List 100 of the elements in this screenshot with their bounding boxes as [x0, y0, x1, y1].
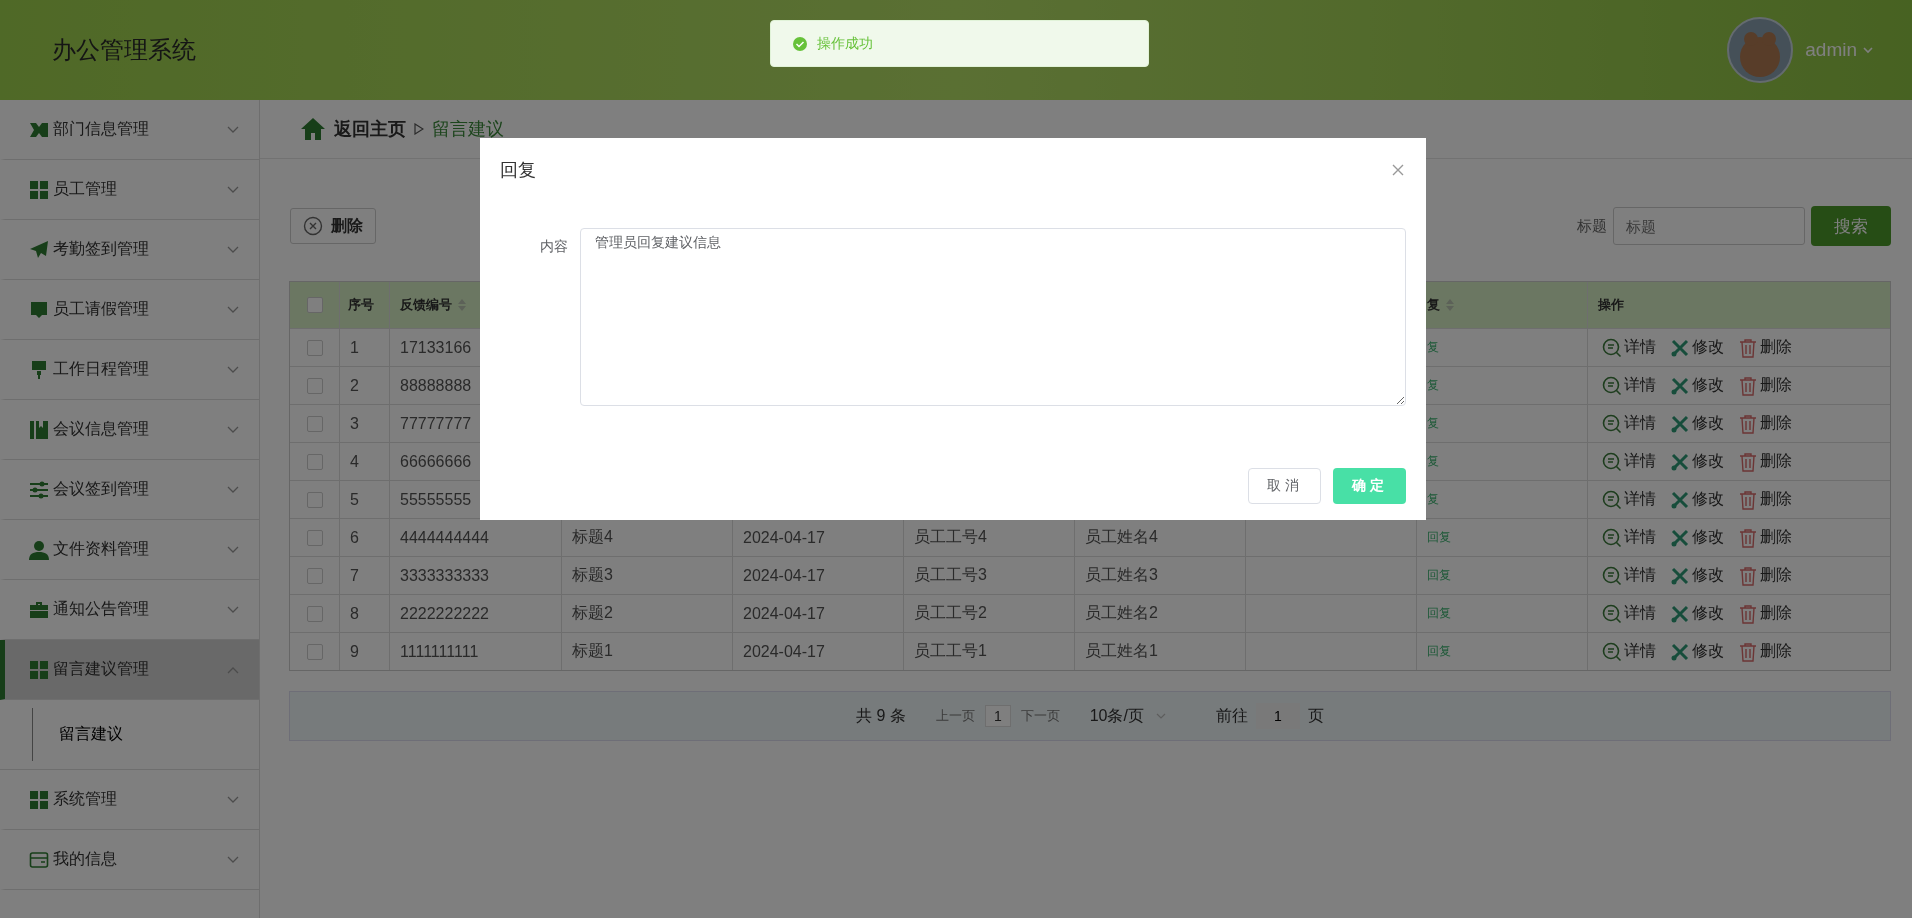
tools-icon[interactable] — [1670, 641, 1690, 662]
search-detail-icon[interactable] — [1602, 413, 1622, 434]
grid-icon — [29, 659, 49, 680]
trash-icon[interactable] — [1738, 527, 1758, 548]
sidebar-item[interactable]: 会议签到管理 — [0, 460, 259, 520]
action-link[interactable]: 详情 — [1624, 603, 1656, 624]
action-link[interactable]: 删除 — [1760, 337, 1792, 358]
dialog-title: 回复 — [500, 159, 536, 182]
tools-icon[interactable] — [1670, 565, 1690, 586]
action-link[interactable]: 详情 — [1624, 375, 1656, 396]
action-link[interactable]: 修改 — [1692, 375, 1724, 396]
search-button[interactable]: 搜索 — [1811, 206, 1891, 246]
chevron-down-icon — [227, 545, 239, 554]
trash-icon[interactable] — [1738, 565, 1758, 586]
action-link[interactable]: 修改 — [1692, 603, 1724, 624]
chevron-down-icon — [1155, 712, 1166, 720]
sidebar-item[interactable]: 会议信息管理 — [0, 400, 259, 460]
trash-icon[interactable] — [1738, 413, 1758, 434]
action-link[interactable]: 删除 — [1760, 641, 1792, 662]
search-detail-icon[interactable] — [1602, 375, 1622, 396]
sidebar-item[interactable]: 员工管理 — [0, 160, 259, 220]
row-checkbox[interactable] — [306, 567, 323, 584]
row-checkbox[interactable] — [306, 529, 323, 546]
table-cell-text: 员工工号3 — [914, 565, 987, 585]
search-detail-icon[interactable] — [1602, 565, 1622, 586]
search-detail-icon[interactable] — [1602, 451, 1622, 472]
row-checkbox[interactable] — [306, 643, 323, 660]
sidebar-item[interactable]: 员工请假管理 — [0, 280, 259, 340]
action-link[interactable]: 删除 — [1760, 489, 1792, 510]
tools-icon[interactable] — [1670, 603, 1690, 624]
sidebar-item[interactable]: 文件资料管理 — [0, 520, 259, 580]
trash-icon[interactable] — [1738, 641, 1758, 662]
trash-icon[interactable] — [1738, 337, 1758, 358]
sidebar-item[interactable]: 留言建议管理 — [0, 640, 259, 700]
action-link[interactable]: 修改 — [1692, 489, 1724, 510]
table-cell: 5 — [350, 490, 359, 509]
action-link[interactable]: 修改 — [1692, 527, 1724, 548]
search-detail-icon[interactable] — [1602, 641, 1622, 662]
action-link[interactable]: 删除 — [1760, 375, 1792, 396]
action-link[interactable]: 修改 — [1692, 413, 1724, 434]
row-checkbox[interactable] — [306, 453, 323, 470]
action-link[interactable]: 详情 — [1624, 489, 1656, 510]
row-checkbox[interactable] — [306, 605, 323, 622]
search-detail-icon[interactable] — [1602, 337, 1622, 358]
search-detail-icon[interactable] — [1602, 603, 1622, 624]
tools-icon[interactable] — [1670, 451, 1690, 472]
search-label: 标题 — [1577, 216, 1607, 236]
action-link[interactable]: 删除 — [1760, 603, 1792, 624]
breadcrumb-link[interactable]: 返回主页 — [334, 117, 406, 141]
row-checkbox[interactable] — [306, 415, 323, 432]
cancel-button[interactable]: 取消 — [1248, 468, 1321, 504]
action-link[interactable]: 详情 — [1624, 565, 1656, 586]
page-number[interactable]: 1 — [984, 705, 1011, 727]
trash-icon[interactable] — [1738, 375, 1758, 396]
tools-icon[interactable] — [1670, 489, 1690, 510]
row-checkbox[interactable] — [306, 339, 323, 356]
tools-icon[interactable] — [1670, 413, 1690, 434]
action-link[interactable]: 修改 — [1692, 337, 1724, 358]
sidebar-label: 考勤签到管理 — [53, 239, 150, 259]
action-link[interactable]: 详情 — [1624, 337, 1656, 358]
select-all-checkbox[interactable] — [306, 297, 323, 313]
sidebar-item[interactable]: 系统管理 — [0, 770, 259, 830]
action-link[interactable]: 删除 — [1760, 565, 1792, 586]
sidebar-item[interactable]: 工作日程管理 — [0, 340, 259, 400]
action-link[interactable]: 修改 — [1692, 451, 1724, 472]
action-link[interactable]: 删除 — [1760, 413, 1792, 434]
action-link[interactable]: 删除 — [1760, 451, 1792, 472]
sidebar-item[interactable]: 考勤签到管理 — [0, 220, 259, 280]
delete-button[interactable]: 删除 — [290, 208, 376, 244]
sidebar-subitem[interactable]: 留言建议 — [32, 708, 259, 761]
row-checkbox[interactable] — [306, 491, 323, 508]
tools-icon[interactable] — [1670, 375, 1690, 396]
sidebar-item[interactable]: 部门信息管理 — [0, 100, 259, 160]
action-link[interactable]: 详情 — [1624, 641, 1656, 662]
action-link[interactable]: 删除 — [1760, 527, 1792, 548]
page-size-select[interactable]: 10条/页 — [1089, 705, 1166, 727]
tools-icon[interactable] — [1670, 337, 1690, 358]
trash-icon[interactable] — [1738, 451, 1758, 472]
table-cell: 55555555 — [400, 490, 472, 509]
trash-icon[interactable] — [1738, 603, 1758, 624]
action-link[interactable]: 详情 — [1624, 451, 1656, 472]
tools-icon[interactable] — [1670, 527, 1690, 548]
avatar[interactable] — [1727, 17, 1794, 83]
sidebar-item[interactable]: 我的信息 — [0, 830, 259, 890]
content-field[interactable]: 管理员回复建议信息 — [580, 228, 1406, 406]
table-cell-text: 标题1 — [572, 641, 613, 661]
close-icon[interactable] — [1392, 164, 1404, 176]
action-link[interactable]: 详情 — [1624, 413, 1656, 434]
trash-icon[interactable] — [1738, 489, 1758, 510]
action-link[interactable]: 修改 — [1692, 565, 1724, 586]
paper-plane-icon — [29, 239, 49, 260]
action-link[interactable]: 详情 — [1624, 527, 1656, 548]
search-field[interactable]: 标题 — [1613, 207, 1805, 245]
home-icon[interactable] — [300, 117, 326, 141]
close-circle-icon — [303, 216, 323, 236]
action-link[interactable]: 修改 — [1692, 641, 1724, 662]
search-detail-icon[interactable] — [1602, 489, 1622, 510]
row-checkbox[interactable] — [306, 377, 323, 394]
table-cell: 2222222222 — [400, 604, 489, 623]
search-detail-icon[interactable] — [1602, 527, 1622, 548]
